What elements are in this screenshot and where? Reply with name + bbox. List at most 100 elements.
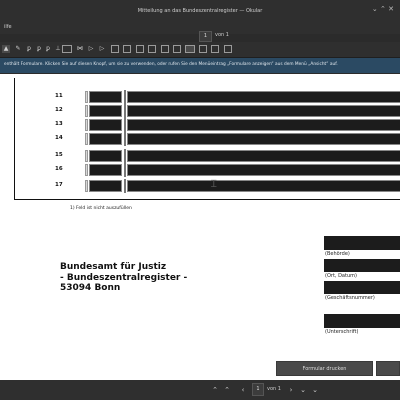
previous-page-icon[interactable]: ⌃: [222, 385, 232, 395]
form-button[interactable]: [376, 361, 400, 376]
column-divider: [124, 132, 126, 146]
toolbar: ▲ ✎ ꝑ ꝑ ꝑ ⊥ ⋈ ▷ ▷: [0, 42, 400, 58]
page-number-input[interactable]: 1: [199, 31, 212, 42]
form-field[interactable]: [127, 180, 400, 192]
column-divider: [124, 149, 126, 163]
close-icon[interactable]: ✕: [388, 5, 394, 13]
layout-facing-icon[interactable]: [123, 45, 131, 53]
form-field[interactable]: [127, 164, 400, 176]
form-field[interactable]: [127, 133, 400, 145]
form-field[interactable]: [89, 119, 122, 131]
text-p-icon[interactable]: ꝑ: [44, 45, 52, 53]
back-icon[interactable]: ⋈: [76, 45, 84, 53]
row-marker: [85, 119, 88, 131]
table-row: 14: [15, 132, 400, 146]
form-field[interactable]: [89, 133, 122, 145]
layout-continuous-icon[interactable]: [136, 45, 144, 53]
statusbar-page-input[interactable]: 1: [252, 383, 264, 396]
layout-grid-icon[interactable]: [161, 45, 169, 53]
column-divider: [124, 179, 126, 193]
form-field[interactable]: [127, 91, 400, 103]
row-marker: [85, 180, 88, 192]
file-number-field[interactable]: [324, 281, 400, 294]
presentation-icon[interactable]: [185, 45, 195, 53]
layout-single-icon[interactable]: [111, 45, 119, 53]
selection-dropdown-icon[interactable]: [62, 45, 72, 53]
row-marker: [85, 91, 88, 103]
row-marker: [85, 133, 88, 145]
table-row: 13: [15, 118, 400, 132]
document-page: 11 12 13 14 15 16 17 Ɪ 1) Feld ist nicht…: [0, 74, 400, 380]
cursor-icon[interactable]: ▲: [2, 45, 10, 53]
form-field[interactable]: [127, 119, 400, 131]
row-number: 17: [55, 182, 63, 188]
rotate-right-icon[interactable]: [211, 45, 219, 53]
window-title: Mitteilung an das Bundeszentralregister …: [137, 8, 263, 14]
column-divider: [124, 104, 126, 118]
table-row: 11: [15, 90, 400, 104]
row-number: 15: [55, 152, 63, 158]
next-icon[interactable]: ▷: [87, 45, 95, 53]
table-row: 12: [15, 104, 400, 118]
form-field[interactable]: [89, 164, 122, 176]
form-field[interactable]: [89, 150, 122, 162]
row-marker: [85, 164, 88, 176]
next-page-icon[interactable]: ›: [286, 385, 296, 395]
recipient-address: Bundesamt für Justiz - Bundeszentralregi…: [60, 262, 187, 294]
last-page-icon[interactable]: ⌄: [298, 385, 308, 395]
table-row: 15: [15, 149, 400, 163]
form-table: 11 12 13 14 15 16 17: [14, 78, 400, 200]
back-page-icon[interactable]: ‹: [238, 385, 248, 395]
page-total: 1: [225, 32, 229, 38]
form-field[interactable]: [89, 105, 122, 117]
form-field[interactable]: [89, 180, 122, 192]
menu-help[interactable]: ilfe: [4, 24, 12, 30]
document-viewport[interactable]: 11 12 13 14 15 16 17 Ɪ 1) Feld ist nicht…: [0, 74, 400, 380]
rotate-left-icon[interactable]: [199, 45, 207, 53]
title-bar: Mitteilung an das Bundeszentralregister …: [0, 0, 400, 20]
file-number-label: (Geschäftsnummer): [325, 295, 375, 301]
place-date-field[interactable]: [324, 259, 400, 272]
row-number: 14: [55, 135, 63, 141]
forms-info-bar: enthält Formulare. Klicken Sie auf diese…: [0, 58, 400, 73]
row-number: 12: [55, 107, 63, 113]
column-divider: [124, 163, 126, 177]
form-field[interactable]: [127, 150, 400, 162]
column-divider: [124, 90, 126, 104]
place-date-label: (Ort, Datum): [325, 273, 357, 279]
form-field[interactable]: [127, 105, 400, 117]
forms-info-message: enthält Formulare. Klicken Sie auf diese…: [4, 62, 338, 67]
status-bar: ⌃ ⌃ ‹ 1 von 1 › ⌄ ⌄: [0, 380, 400, 400]
row-number: 16: [55, 166, 63, 172]
row-marker: [85, 150, 88, 162]
page-of-label: von: [215, 32, 225, 38]
last-icon[interactable]: ▷: [98, 45, 106, 53]
minimize-icon[interactable]: ⌄: [372, 5, 378, 13]
first-page-icon[interactable]: ⌃: [210, 385, 220, 395]
text-p-icon[interactable]: ꝑ: [35, 45, 43, 53]
authority-field[interactable]: [324, 236, 400, 250]
table-row: 16: [15, 163, 400, 177]
window-controls: ⌄ ⌃ ✕: [372, 5, 394, 13]
address-line: Bundesamt für Justiz: [60, 262, 167, 272]
trim-icon[interactable]: [224, 45, 232, 53]
row-marker: [85, 105, 88, 117]
text-p-icon[interactable]: ꝑ: [25, 45, 33, 53]
print-form-button[interactable]: Formular drucken: [276, 361, 373, 376]
pen-icon[interactable]: ✎: [14, 45, 22, 53]
form-field[interactable]: [89, 91, 122, 103]
stamp-icon[interactable]: ⊥: [54, 45, 62, 53]
address-line: - Bundeszentralregister -: [60, 272, 188, 283]
statusbar-of-label: von: [267, 386, 277, 392]
statusbar-total: 1: [277, 386, 281, 392]
row-number: 11: [55, 93, 63, 99]
maximize-icon[interactable]: ⌃: [380, 5, 386, 13]
layout-grid-icon[interactable]: [148, 45, 156, 53]
end-page-icon[interactable]: ⌄: [310, 385, 320, 395]
authority-label: (Behörde): [325, 251, 350, 257]
signature-field[interactable]: [324, 314, 400, 328]
page-count: von 1: [215, 32, 229, 38]
presentation-icon[interactable]: [173, 45, 181, 53]
text-cursor-icon: Ɪ: [211, 179, 217, 190]
row-number: 13: [55, 121, 63, 127]
